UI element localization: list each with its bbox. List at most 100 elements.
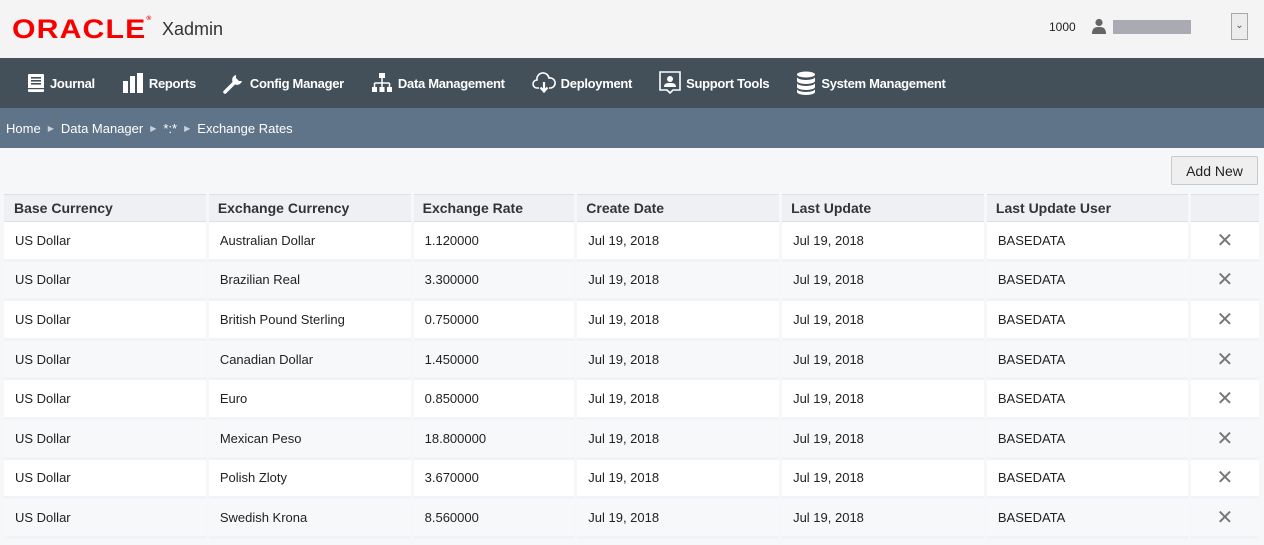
cell-last-update-user: BASEDATA — [986, 419, 1188, 460]
cell-create-date: Jul 19, 2018 — [577, 380, 780, 420]
close-icon: ✕ — [1216, 308, 1234, 331]
delete-row-button[interactable]: ✕ — [1190, 419, 1259, 460]
cell-exchange-rate: 0.750000 — [413, 301, 575, 341]
cell-last-update: Jul 19, 2018 — [782, 419, 984, 460]
cell-create-date: Jul 19, 2018 — [577, 222, 780, 262]
cell-base-currency: US Dollar — [4, 261, 206, 302]
cell-exchange-currency: Canadian Dollar — [208, 340, 411, 381]
cell-exchange-rate: 18.800000 — [413, 419, 575, 460]
column-header-last-update-user[interactable]: Last Update User — [986, 194, 1188, 222]
cell-last-update: Jul 19, 2018 — [782, 499, 984, 539]
close-icon: ✕ — [1216, 427, 1234, 450]
cell-exchange-currency: Australian Dollar — [208, 222, 411, 262]
cell-exchange-currency: Brazilian Real — [208, 261, 411, 302]
bar-chart-icon — [122, 73, 143, 93]
table-row[interactable]: US Dollar Polish Zloty 3.670000 Jul 19, 201… — [4, 459, 1259, 500]
nav-data-management[interactable]: Data Management — [371, 72, 505, 94]
cell-last-update: Jul 19, 2018 — [782, 301, 984, 341]
org-id: 1000 — [1049, 20, 1076, 34]
cell-create-date: Jul 19, 2018 — [577, 340, 780, 381]
cell-last-update: Jul 19, 2018 — [782, 380, 984, 420]
app-name: Xadmin — [162, 19, 224, 39]
nav-deployment[interactable]: Deployment — [531, 72, 632, 94]
nav-label: Config Manager — [249, 75, 344, 91]
main-nav: Journal Reports Config Manager Data Mana… — [0, 58, 1264, 108]
cell-exchange-rate: 3.670000 — [413, 459, 575, 500]
cell-create-date: Jul 19, 2018 — [577, 499, 780, 539]
table-row[interactable]: US Dollar Brazilian Real 3.300000 Jul 19, 2… — [4, 261, 1259, 302]
column-header-base-currency[interactable]: Base Currency — [4, 194, 206, 222]
user-name-redacted — [1113, 20, 1191, 34]
cell-exchange-currency: Polish Zloty — [208, 459, 411, 500]
cell-base-currency: US Dollar — [4, 222, 206, 262]
close-icon: ✕ — [1216, 348, 1234, 371]
table-row[interactable]: US Dollar Mexican Peso 18.800000 Jul 19, 20… — [4, 419, 1259, 460]
nav-config-manager[interactable]: Config Manager — [223, 72, 344, 94]
toolbar: Add New — [0, 148, 1264, 194]
cell-last-update: Jul 19, 2018 — [782, 340, 984, 381]
breadcrumb-separator-icon: ▶ — [47, 123, 54, 133]
cell-base-currency: US Dollar — [4, 419, 206, 460]
delete-row-button[interactable]: ✕ — [1190, 261, 1259, 302]
delete-row-button[interactable]: ✕ — [1190, 459, 1259, 500]
delete-row-button[interactable]: ✕ — [1190, 340, 1259, 381]
nav-journal[interactable]: Journal — [27, 73, 95, 93]
delete-row-button[interactable]: ✕ — [1190, 222, 1259, 262]
table-row[interactable]: US Dollar Swedish Krona 8.560000 Jul 19, 20… — [4, 499, 1259, 539]
nav-support-tools[interactable]: Support Tools — [659, 71, 770, 95]
cell-last-update-user: BASEDATA — [986, 222, 1188, 262]
cell-create-date: Jul 19, 2018 — [577, 419, 780, 460]
exchange-rates-table: Base Currency Exchange Currency Exchange… — [1, 194, 1262, 539]
cell-exchange-rate: 8.560000 — [413, 499, 575, 539]
book-icon — [28, 74, 44, 92]
cell-base-currency: US Dollar — [4, 301, 206, 341]
cell-exchange-rate: 1.120000 — [413, 222, 575, 262]
table-row[interactable]: US Dollar British Pound Sterling 0.750000 J… — [4, 301, 1259, 341]
breadcrumb-scope[interactable]: *:* — [163, 121, 177, 136]
cell-exchange-rate: 1.450000 — [413, 340, 575, 381]
breadcrumb-separator-icon: ▶ — [150, 123, 157, 133]
close-icon: ✕ — [1216, 467, 1234, 490]
nav-label: System Management — [821, 75, 946, 91]
chevron-down-icon: ⌄ — [1235, 20, 1244, 31]
cell-last-update-user: BASEDATA — [986, 380, 1188, 420]
column-header-exchange-currency[interactable]: Exchange Currency — [208, 194, 411, 222]
close-icon: ✕ — [1216, 506, 1234, 529]
column-header-last-update[interactable]: Last Update — [782, 194, 984, 222]
nav-label: Journal — [50, 75, 95, 91]
delete-row-button[interactable]: ✕ — [1190, 499, 1259, 539]
column-header-exchange-rate[interactable]: Exchange Rate — [413, 194, 575, 222]
nav-system-management[interactable]: System Management — [796, 71, 946, 95]
cell-base-currency: US Dollar — [4, 499, 206, 539]
nav-reports[interactable]: Reports — [122, 73, 196, 93]
table-row[interactable]: US Dollar Australian Dollar 1.120000 Jul 19… — [4, 222, 1259, 262]
close-icon: ✕ — [1216, 229, 1234, 252]
delete-row-button[interactable]: ✕ — [1190, 380, 1259, 420]
table-row[interactable]: US Dollar Canadian Dollar 1.450000 Jul 19, … — [4, 340, 1259, 381]
cell-last-update-user: BASEDATA — [986, 499, 1188, 539]
close-icon: ✕ — [1216, 388, 1234, 411]
cell-last-update-user: BASEDATA — [986, 459, 1188, 500]
user-dropdown-button[interactable]: ⌄ — [1231, 13, 1248, 40]
cell-last-update-user: BASEDATA — [986, 301, 1188, 341]
cell-create-date: Jul 19, 2018 — [577, 459, 780, 500]
cell-last-update-user: BASEDATA — [986, 261, 1188, 302]
brand-text: ORACLE — [12, 14, 147, 44]
cell-last-update: Jul 19, 2018 — [782, 222, 984, 262]
support-person-icon — [659, 71, 681, 95]
oracle-logo: ORACLE® — [12, 14, 153, 44]
cell-last-update-user: BASEDATA — [986, 340, 1188, 381]
cell-exchange-currency: Euro — [208, 380, 411, 420]
breadcrumb-data-manager[interactable]: Data Manager — [61, 121, 143, 136]
breadcrumb-home[interactable]: Home — [6, 121, 41, 136]
add-new-button[interactable]: Add New — [1171, 156, 1258, 185]
cell-last-update: Jul 19, 2018 — [782, 459, 984, 500]
cell-create-date: Jul 19, 2018 — [577, 301, 780, 341]
cell-exchange-rate: 0.850000 — [413, 380, 575, 420]
nav-label: Data Management — [397, 75, 505, 91]
column-header-create-date[interactable]: Create Date — [577, 194, 780, 222]
breadcrumb: Home ▶ Data Manager ▶ *:* ▶ Exchange Rat… — [0, 108, 1264, 148]
breadcrumb-current: Exchange Rates — [197, 120, 293, 136]
table-row[interactable]: US Dollar Euro 0.850000 Jul 19, 2018 Jul 19,… — [4, 380, 1259, 420]
delete-row-button[interactable]: ✕ — [1190, 301, 1259, 341]
